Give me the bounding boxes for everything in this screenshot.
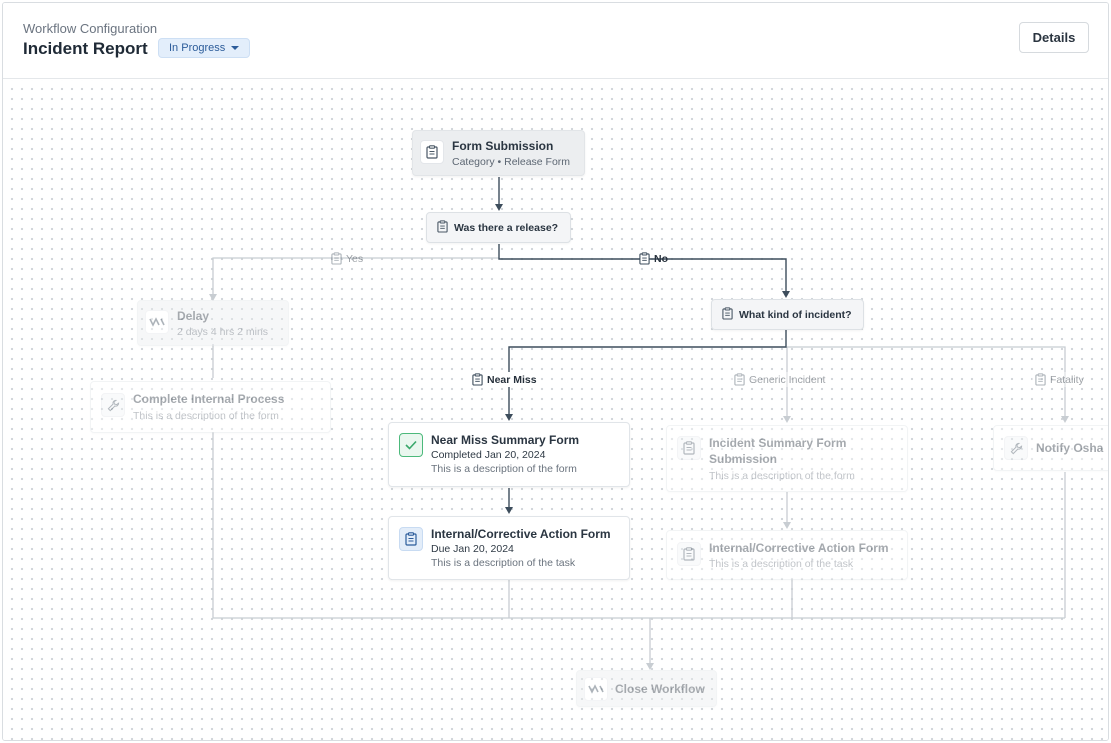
form-submission-title: Form Submission <box>452 139 554 153</box>
internal-corrective-subtitle: This is a description of the task <box>431 557 576 569</box>
branch-label-yes[interactable]: Yes <box>331 252 363 265</box>
clipboard-icon <box>677 436 701 460</box>
workflow-canvas[interactable]: Form Submission Category • Release Form … <box>3 80 1108 740</box>
details-button[interactable]: Details <box>1019 22 1089 53</box>
form-submission-subtitle: Category • Release Form <box>452 156 571 168</box>
internal-corrective-2-subtitle: This is a description of the task <box>709 558 854 570</box>
question-release-node[interactable]: Was there a release? <box>426 212 571 243</box>
incident-summary-title-1: Incident Summary Form <box>709 436 847 450</box>
clipboard-icon <box>639 252 650 265</box>
internal-corrective-2-node[interactable]: Internal/Corrective Action Form This is … <box>666 530 908 580</box>
internal-corrective-node[interactable]: Internal/Corrective Action Form Due Jan … <box>388 516 630 580</box>
notify-osha-node[interactable]: Notify Osha <box>993 425 1108 471</box>
complete-internal-subtitle: This is a description of the form <box>133 410 279 422</box>
incident-summary-subtitle: This is a description of the form <box>709 470 855 482</box>
wrench-icon <box>101 393 125 417</box>
internal-corrective-status: Due Jan 20, 2024 <box>431 543 514 555</box>
page-title: Incident Report <box>23 39 148 58</box>
branch-near-miss-text: Near Miss <box>487 373 537 386</box>
internal-corrective-title: Internal/Corrective Action Form <box>431 527 611 541</box>
chevron-down-icon <box>231 46 240 50</box>
complete-internal-node[interactable]: Complete Internal Process This is a desc… <box>90 381 331 433</box>
status-dropdown[interactable]: In Progress <box>158 38 251 58</box>
workflow-window: Workflow Configuration Incident Report I… <box>2 2 1109 741</box>
near-miss-summary-node[interactable]: Near Miss Summary Form Completed Jan 20,… <box>388 422 630 487</box>
incident-summary-title-2: Submission <box>709 452 778 466</box>
near-miss-summary-subtitle: This is a description of the form <box>431 463 577 475</box>
clipboard-icon <box>734 373 745 386</box>
breadcrumb: Workflow Configuration <box>23 21 158 36</box>
delay-node[interactable]: Delay 2 days 4 hrs 2 mins <box>137 300 289 346</box>
clipboard-icon <box>399 527 423 551</box>
clipboard-icon <box>437 219 448 236</box>
wrench-icon <box>1004 436 1028 460</box>
close-workflow-node[interactable]: Close Workflow <box>576 670 717 707</box>
check-icon <box>399 433 423 457</box>
notify-osha-title: Notify Osha <box>1036 441 1104 455</box>
branch-fatality-text: Fatality <box>1050 373 1084 386</box>
near-miss-summary-title: Near Miss Summary Form <box>431 433 580 447</box>
clipboard-icon <box>472 373 483 386</box>
complete-internal-title: Complete Internal Process <box>133 392 285 406</box>
incident-summary-node[interactable]: Incident Summary Form Submission This is… <box>666 425 908 492</box>
status-label: In Progress <box>169 42 226 54</box>
clipboard-icon <box>1035 373 1046 386</box>
near-miss-summary-status: Completed Jan 20, 2024 <box>431 449 546 461</box>
branch-label-generic[interactable]: Generic Incident <box>731 372 829 387</box>
clipboard-icon <box>331 252 342 265</box>
branch-no-text: No <box>654 252 668 265</box>
clipboard-icon <box>420 140 444 164</box>
question-release-label: Was there a release? <box>454 221 559 234</box>
delay-title: Delay <box>177 309 210 323</box>
branch-generic-text: Generic Incident <box>749 373 826 386</box>
delay-subtitle: 2 days 4 hrs 2 mins <box>177 326 269 338</box>
branch-label-near-miss[interactable]: Near Miss <box>469 372 540 387</box>
form-submission-node[interactable]: Form Submission Category • Release Form <box>412 130 585 176</box>
internal-corrective-2-title: Internal/Corrective Action Form <box>709 541 889 555</box>
line-to-fatality <box>787 346 1066 420</box>
delay-icon <box>145 310 169 334</box>
branch-label-fatality[interactable]: Fatality <box>1032 372 1087 387</box>
question-kind-label: What kind of incident? <box>739 308 852 321</box>
branch-yes-text: Yes <box>346 252 364 265</box>
close-workflow-title: Close Workflow <box>615 682 705 696</box>
clipboard-icon <box>677 542 701 566</box>
clipboard-icon <box>722 306 733 323</box>
branch-label-no[interactable]: No <box>639 252 668 265</box>
page-header: Workflow Configuration Incident Report I… <box>3 3 1108 79</box>
delay-icon <box>584 677 608 701</box>
line-bottom-merge <box>212 432 1065 619</box>
question-kind-node[interactable]: What kind of incident? <box>711 299 864 330</box>
